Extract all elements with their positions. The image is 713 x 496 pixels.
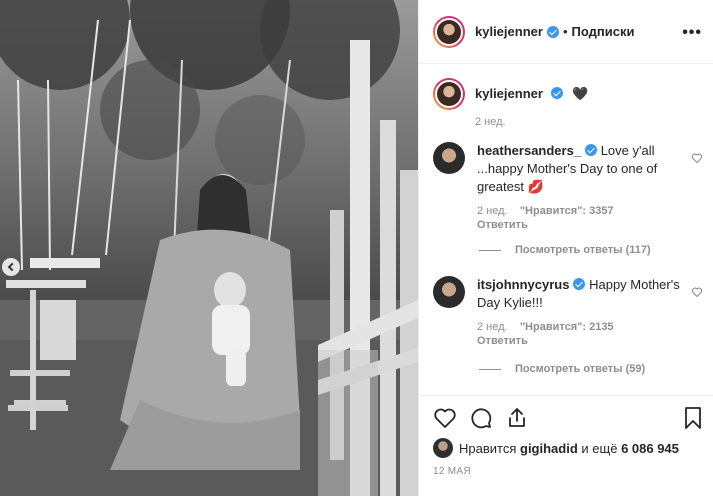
commenter-avatar[interactable] [433, 276, 465, 308]
post-caption: kyliejenner 🖤 2 нед. [433, 78, 588, 128]
verified-badge-icon [550, 87, 563, 99]
share-icon[interactable] [505, 406, 529, 430]
liked-by-username[interactable]: gigihadid [520, 441, 578, 456]
caption-time[interactable]: 2 нед. [475, 116, 588, 128]
comment-likes-count[interactable]: "Нравится": 3357 [520, 205, 614, 217]
comment-item: itsjohnnycyrus Happy Mother's Day Kylie!… [433, 276, 703, 348]
likes-summary: Нравится gigihadid и ещё 6 086 945 [433, 438, 679, 458]
author-avatar[interactable] [433, 15, 465, 48]
more-options-icon[interactable]: ••• [682, 24, 702, 42]
replies-divider-line [479, 368, 501, 370]
likes-suffix: и ещё [581, 440, 618, 456]
caption-author-avatar[interactable] [433, 78, 465, 110]
previous-photo-button[interactable] [2, 258, 20, 276]
caption-username[interactable]: kyliejenner [475, 86, 543, 101]
post-header: kyliejenner • Подписки ••• [419, 0, 713, 64]
speech-bubble-icon[interactable] [469, 406, 493, 430]
chevron-left-icon [7, 262, 17, 272]
comment-time[interactable]: 2 нед. [477, 321, 508, 333]
view-replies-label: Посмотреть ответы (59) [515, 363, 646, 375]
comment-like-heart-icon[interactable] [691, 152, 703, 164]
commenter-avatar[interactable] [433, 142, 465, 174]
commenter-username[interactable]: itsjohnnycyrus [477, 277, 569, 292]
view-replies-label: Посмотреть ответы (117) [515, 244, 651, 256]
verified-badge-icon [573, 278, 586, 290]
likes-count[interactable]: 6 086 945 [621, 441, 679, 456]
comment-likes-count[interactable]: "Нравится": 2135 [520, 321, 614, 333]
bookmark-icon[interactable] [682, 406, 704, 430]
comment-time[interactable]: 2 нед. [477, 205, 508, 217]
comment-item: heathersanders_ Love y'all ...happy Moth… [433, 142, 703, 232]
author-username[interactable]: kyliejenner [475, 24, 543, 39]
verified-badge-icon [585, 144, 598, 156]
likes-prefix: Нравится [459, 440, 517, 456]
heart-outline-icon[interactable] [433, 406, 457, 430]
view-replies-button[interactable]: Посмотреть ответы (117) [479, 244, 651, 256]
comment-like-heart-icon[interactable] [691, 286, 703, 298]
post-actions: Нравится gigihadid и ещё 6 086 945 12 МА… [419, 395, 713, 496]
post-photo[interactable] [0, 0, 418, 496]
reply-button[interactable]: Ответить [477, 335, 528, 347]
separator-dot: • [562, 24, 568, 39]
post-date[interactable]: 12 МАЯ [433, 466, 471, 477]
commenter-username[interactable]: heathersanders_ [477, 143, 581, 158]
caption-text: 🖤 [572, 86, 589, 101]
view-replies-button[interactable]: Посмотреть ответы (59) [479, 363, 645, 375]
following-button[interactable]: Подписки [572, 24, 635, 39]
post-details-panel: kyliejenner • Подписки ••• kyliejenner 🖤… [418, 0, 713, 496]
liker-avatar[interactable] [433, 438, 453, 458]
reply-button[interactable]: Ответить [477, 219, 528, 231]
verified-badge-icon [546, 25, 559, 38]
photo-illustration [0, 0, 418, 496]
replies-divider-line [479, 249, 501, 251]
